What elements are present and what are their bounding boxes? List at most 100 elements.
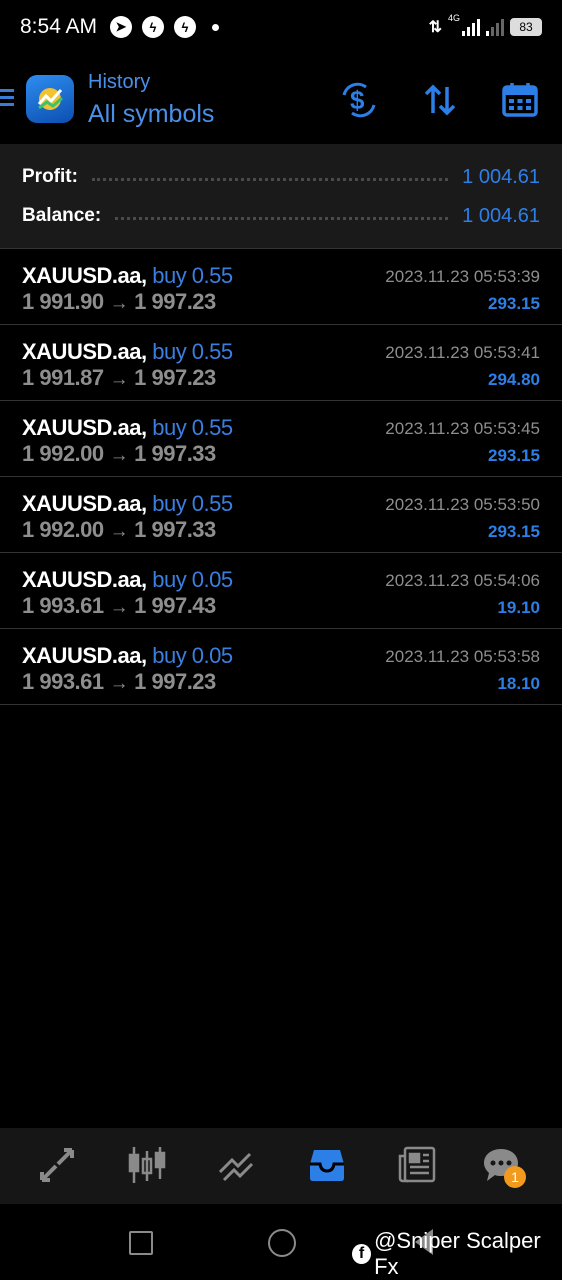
dotted-leader	[115, 216, 449, 220]
deal-profit: 293.15	[488, 294, 540, 313]
deal-symbol: XAUUSD.aa,	[22, 263, 147, 288]
deal-row[interactable]: XAUUSD.aa, buy 0.05 1 993.61 → 1 997.23 20…	[0, 629, 562, 705]
arrow-right-icon: →	[109, 597, 129, 618]
bottom-navigation: 1	[0, 1128, 562, 1204]
header-subtitle: History	[88, 71, 151, 93]
home-button[interactable]	[268, 1229, 296, 1257]
svg-text:$: $	[350, 85, 365, 115]
deal-open-price: 1 992.00	[22, 517, 104, 542]
deal-type: buy 0.55	[152, 491, 233, 516]
status-bar: 8:54 AM ➤ ϟ ϟ ⇅ 4G 83	[0, 0, 562, 58]
profit-value: 1 004.61	[462, 165, 540, 188]
arrow-right-icon: →	[109, 293, 129, 314]
balance-label: Balance:	[22, 205, 102, 226]
messenger-icon: ϟ	[142, 16, 164, 38]
deal-title: XAUUSD.aa, buy 0.55	[22, 263, 233, 289]
deals-list: XAUUSD.aa, buy 0.55 1 991.90 → 1 997.23 20…	[0, 249, 562, 705]
deal-time: 2023.11.23 05:53:58	[385, 647, 540, 666]
signal-icon	[462, 18, 480, 36]
deal-type: buy 0.55	[152, 415, 233, 440]
app-header: History All symbols $	[0, 58, 562, 144]
chat-icon[interactable]: 1	[476, 1142, 526, 1188]
calendar-icon[interactable]	[500, 80, 540, 120]
menu-icon[interactable]	[0, 89, 14, 110]
deal-time: 2023.11.23 05:54:06	[385, 571, 540, 590]
more-notifications-dot	[212, 23, 219, 31]
deal-title: XAUUSD.aa, buy 0.05	[22, 567, 233, 593]
status-time: 8:54 AM	[20, 15, 98, 38]
deal-title: XAUUSD.aa, buy 0.55	[22, 491, 233, 517]
deal-prices: 1 991.90 → 1 997.23	[22, 289, 216, 315]
deal-profit: 293.15	[488, 522, 540, 541]
data-transfer-icon: ⇅	[428, 19, 442, 36]
system-navigation: f @Sniper Scalper Fx	[0, 1204, 562, 1280]
history-icon[interactable]	[302, 1142, 352, 1188]
deal-close-price: 1 997.33	[134, 441, 216, 466]
deal-profit: 293.15	[488, 446, 540, 465]
watermark-text: @Sniper Scalper Fx	[374, 1228, 541, 1279]
deal-profit: 19.10	[497, 598, 540, 617]
deal-prices: 1 991.87 → 1 997.23	[22, 365, 216, 391]
news-icon[interactable]	[392, 1142, 442, 1188]
header-title[interactable]: All symbols	[88, 100, 214, 129]
recent-apps-button[interactable]	[129, 1231, 153, 1255]
deal-row[interactable]: XAUUSD.aa, buy 0.55 1 992.00 → 1 997.33 20…	[0, 477, 562, 553]
deal-symbol: XAUUSD.aa,	[22, 491, 147, 516]
sort-icon[interactable]	[420, 80, 460, 120]
deal-symbol: XAUUSD.aa,	[22, 339, 147, 364]
deal-prices: 1 992.00 → 1 997.33	[22, 517, 216, 543]
deal-open-price: 1 991.90	[22, 289, 104, 314]
deal-row[interactable]: XAUUSD.aa, buy 0.05 1 993.61 → 1 997.43 20…	[0, 553, 562, 629]
deal-row[interactable]: XAUUSD.aa, buy 0.55 1 991.90 → 1 997.23 20…	[0, 249, 562, 325]
deal-open-price: 1 993.61	[22, 669, 104, 694]
chat-badge: 1	[504, 1166, 526, 1188]
deal-type: buy 0.05	[152, 643, 233, 668]
deal-symbol: XAUUSD.aa,	[22, 643, 147, 668]
currency-exchange-icon[interactable]: $	[339, 80, 379, 120]
deal-time: 2023.11.23 05:53:50	[385, 495, 540, 514]
app-logo-icon	[26, 75, 74, 123]
deal-row[interactable]: XAUUSD.aa, buy 0.55 1 992.00 → 1 997.33 20…	[0, 401, 562, 477]
summary-panel: Profit: 1 004.61 Balance: 1 004.61	[0, 144, 562, 249]
chart-icon[interactable]	[122, 1142, 172, 1188]
deal-row[interactable]: XAUUSD.aa, buy 0.55 1 991.87 → 1 997.23 20…	[0, 325, 562, 401]
arrow-right-icon: →	[109, 521, 129, 542]
deal-profit: 18.10	[497, 674, 540, 693]
balance-value: 1 004.61	[462, 204, 540, 227]
deal-title: XAUUSD.aa, buy 0.55	[22, 415, 233, 441]
deal-close-price: 1 997.23	[134, 669, 216, 694]
notification-icons: ➤ ϟ ϟ	[110, 16, 219, 38]
signal-2-icon	[486, 18, 504, 36]
deal-close-price: 1 997.33	[134, 517, 216, 542]
arrow-right-icon: →	[109, 369, 129, 390]
dotted-leader	[91, 177, 449, 181]
deal-profit: 294.80	[488, 370, 540, 389]
arrow-right-icon: →	[109, 673, 129, 694]
profit-row: Profit: 1 004.61	[22, 162, 540, 192]
arrow-right-icon: →	[109, 445, 129, 466]
deal-open-price: 1 993.61	[22, 593, 104, 618]
deal-time: 2023.11.23 05:53:39	[385, 267, 540, 286]
deal-time: 2023.11.23 05:53:41	[385, 343, 540, 362]
deal-type: buy 0.05	[152, 567, 233, 592]
deal-close-price: 1 997.23	[134, 289, 216, 314]
trade-icon[interactable]	[212, 1142, 262, 1188]
deal-symbol: XAUUSD.aa,	[22, 415, 147, 440]
deal-type: buy 0.55	[152, 263, 233, 288]
deal-prices: 1 993.61 → 1 997.23	[22, 669, 216, 695]
deal-title: XAUUSD.aa, buy 0.05	[22, 643, 233, 669]
quotes-icon[interactable]	[32, 1142, 82, 1188]
battery-icon: 83	[510, 18, 542, 36]
facebook-icon: f	[352, 1244, 372, 1264]
deal-time: 2023.11.23 05:53:45	[385, 419, 540, 438]
watermark: f @Sniper Scalper Fx	[352, 1228, 562, 1280]
network-type: 4G	[447, 13, 460, 23]
deal-type: buy 0.55	[152, 339, 233, 364]
deal-symbol: XAUUSD.aa,	[22, 567, 147, 592]
messenger-icon: ϟ	[174, 16, 196, 38]
profit-label: Profit:	[22, 166, 78, 187]
deal-prices: 1 993.61 → 1 997.43	[22, 593, 216, 619]
deal-open-price: 1 992.00	[22, 441, 104, 466]
deal-close-price: 1 997.43	[134, 593, 216, 618]
telegram-icon: ➤	[110, 16, 132, 38]
